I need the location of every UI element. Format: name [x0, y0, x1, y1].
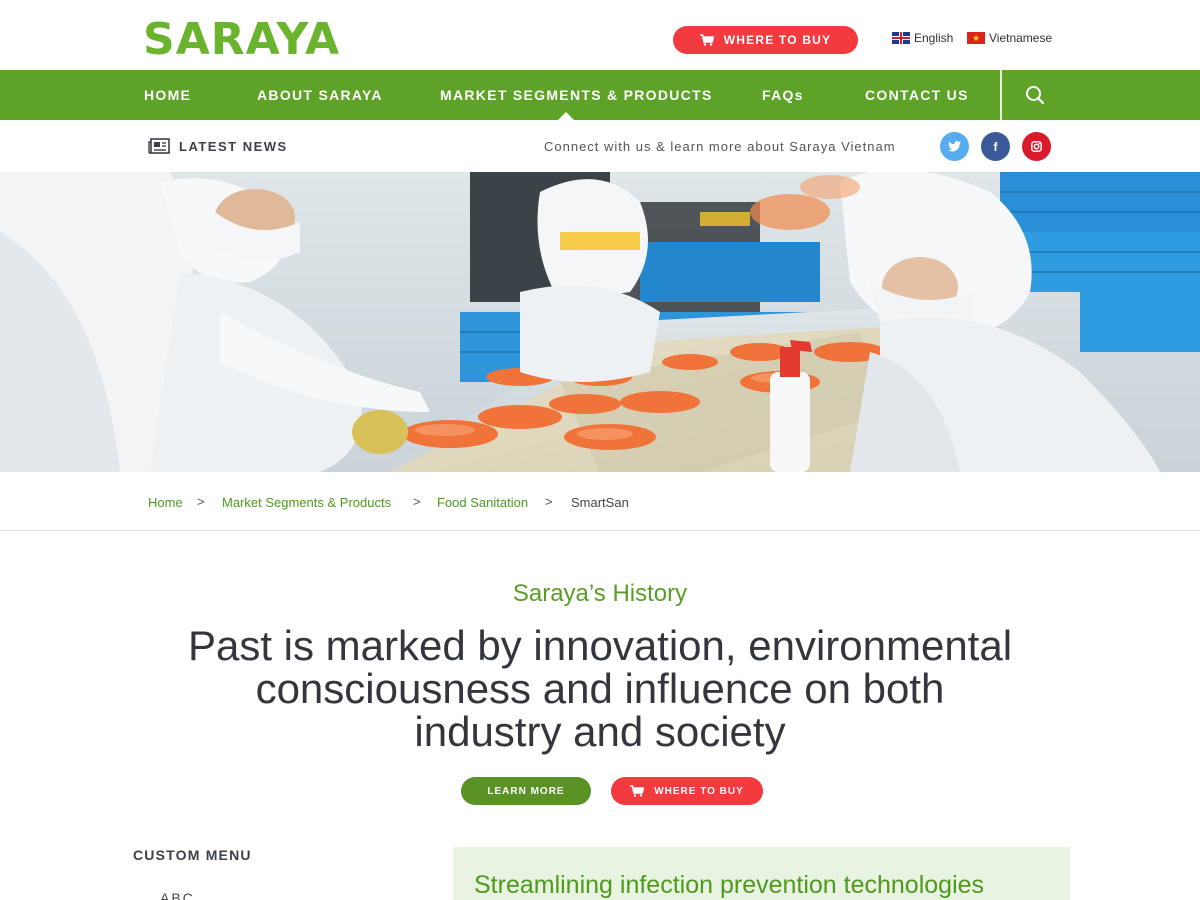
top-header: SARAYA WHERE TO BUY English ★ Vietnamese: [0, 0, 1200, 70]
learn-more-label: LEARN MORE: [487, 785, 565, 797]
custom-menu-title: CUSTOM MENU: [133, 847, 252, 863]
latest-news-link[interactable]: LATEST NEWS: [179, 139, 288, 154]
breadcrumb-current: SmartSan: [571, 495, 629, 510]
facebook-glyph: f: [993, 139, 998, 154]
learn-more-button[interactable]: LEARN MORE: [461, 777, 591, 805]
nav-item-home[interactable]: HOME: [144, 70, 191, 120]
search-icon: [1026, 86, 1045, 105]
breadcrumb-separator: >: [545, 494, 553, 509]
newspaper-icon: [148, 138, 170, 154]
language-english[interactable]: English: [892, 31, 953, 45]
nav-item-about[interactable]: ABOUT SARAYA: [257, 70, 383, 120]
breadcrumb-market-segments[interactable]: Market Segments & Products: [222, 495, 391, 510]
language-label: English: [914, 31, 954, 45]
main-nav: HOME ABOUT SARAYA MARKET SEGMENTS & PROD…: [0, 70, 1200, 120]
instagram-icon[interactable]: [1022, 132, 1051, 161]
breadcrumb-home[interactable]: Home: [148, 495, 183, 510]
section-eyebrow: Saraya’s History: [512, 580, 688, 607]
cart-icon: [699, 34, 714, 46]
uk-flag-icon: [892, 32, 910, 44]
breadcrumb-food-sanitation[interactable]: Food Sanitation: [437, 495, 528, 510]
search-button[interactable]: [1002, 70, 1068, 120]
breadcrumb: Home > Market Segments & Products > Food…: [0, 472, 1200, 531]
breadcrumb-separator: >: [197, 494, 205, 509]
breadcrumb-separator: >: [413, 494, 421, 509]
custom-menu-item[interactable]: ABC: [160, 890, 195, 900]
connect-text: Connect with us & learn more about Saray…: [544, 139, 896, 154]
headline-line: Past is marked by innovation, environmen…: [187, 622, 1013, 669]
headline-line: consciousness and influence on both: [255, 665, 945, 712]
nav-item-market-segments[interactable]: MARKET SEGMENTS & PRODUCTS: [440, 70, 713, 120]
hero-banner-image: [0, 172, 1200, 472]
saraya-logo[interactable]: SARAYA: [143, 18, 340, 62]
where-to-buy-label: WHERE TO BUY: [654, 785, 744, 797]
nav-item-faqs[interactable]: FAQs: [762, 70, 804, 120]
active-nav-indicator: [558, 112, 574, 120]
where-to-buy-button[interactable]: WHERE TO BUY: [673, 26, 858, 54]
where-to-buy-button-secondary[interactable]: WHERE TO BUY: [611, 777, 763, 805]
vietnam-flag-icon: ★: [967, 32, 985, 44]
page-headline: Past is marked by innovation, environmen…: [150, 624, 1050, 753]
facebook-icon[interactable]: f: [981, 132, 1010, 161]
language-vietnamese[interactable]: ★ Vietnamese: [967, 31, 1052, 45]
where-to-buy-label: WHERE TO BUY: [723, 33, 832, 47]
headline-line: industry and society: [414, 708, 786, 755]
twitter-icon[interactable]: [940, 132, 969, 161]
cart-icon: [630, 785, 645, 797]
nav-item-contact[interactable]: CONTACT US: [865, 70, 969, 120]
content-panel-title: Streamlining infection prevention techno…: [474, 871, 985, 899]
language-label: Vietnamese: [989, 31, 1053, 45]
